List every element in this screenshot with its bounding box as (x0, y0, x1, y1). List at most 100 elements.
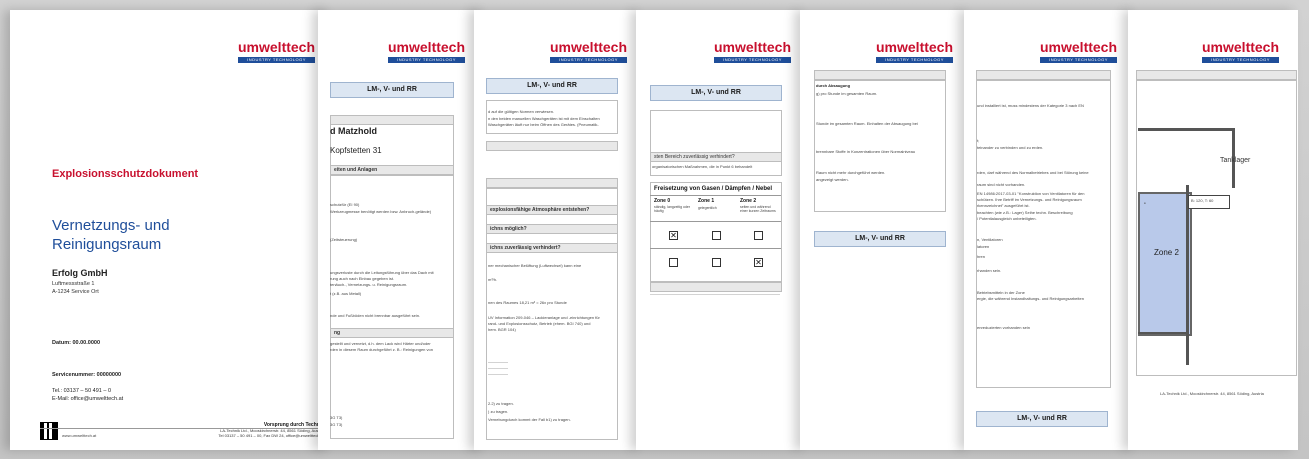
body-line: ner mechanischer Belüftung (Luftwechsel)… (488, 263, 582, 268)
document-page-6: umwelttech INDUSTRY TECHNOLOGY und insta… (964, 10, 1136, 450)
body-heading: durch Absaugung (816, 83, 851, 88)
body-line: hren (977, 254, 986, 259)
document-page-5: umwelttech INDUSTRY TECHNOLOGY durch Abs… (800, 10, 970, 450)
body-line: Werkzeugmesse benötigt werden bzw. Anbru… (330, 209, 432, 214)
zone-0-description: ständig, langzeitig oder häufig (654, 205, 690, 213)
content-box (814, 80, 946, 212)
body-line: brennbare Stoffe in Konzentrationen über… (816, 149, 916, 154)
body-line: Vernebungdurch kommt der Fall b1) zu tra… (488, 417, 571, 422)
zone-1-row-2-checkbox[interactable] (712, 258, 721, 267)
body-line: nen des Raumes 18,21 m³ = 26x pro Stunde (488, 300, 567, 305)
plan-device-marker: ● (1144, 201, 1146, 205)
section-title-bar: LM-, V- und RR (650, 85, 782, 101)
section-header (1136, 70, 1297, 80)
document-page-4: umwelttech INDUSTRY TECHNOLOGY LM-, V- u… (636, 10, 806, 450)
body-line: n, Ventilatoren (977, 237, 1003, 242)
zone-2-description: selten und während einer kurzen Zeitraum… (740, 205, 776, 213)
zone-0-row-1-checkbox[interactable]: ✕ (669, 231, 678, 240)
section-header (976, 70, 1111, 80)
document-title: Explosionsschutzdokument (52, 168, 199, 180)
zone-1-row-1-checkbox[interactable] (712, 231, 721, 240)
section-title-bar: LM-, V- und RR (814, 231, 946, 247)
blank-line (488, 374, 508, 375)
zone-2-row-1-checkbox[interactable] (754, 231, 763, 240)
brand-logo-word: umwelttech (1202, 39, 1280, 55)
company-street: Luftmessstraße 1 (52, 281, 95, 287)
brand-logo-tagline: INDUSTRY TECHNOLOGY (876, 57, 954, 63)
body-line: organisatorischen Maßnahmen, die in Punk… (652, 164, 753, 169)
blank-line (488, 368, 508, 369)
question-row: ichns zuverlässig verhindert? (486, 243, 618, 253)
zone-label: Zone 2 (1154, 248, 1179, 257)
body-line: rden, darf während des Normalbetriebes u… (977, 170, 1089, 175)
body-line: ) zu tragen. (488, 409, 509, 414)
body-line: raum sind nicht vorhanden. (977, 182, 1026, 187)
plan-wall (1138, 128, 1234, 131)
section-title-bar: LM-, V- und RR (486, 78, 618, 94)
body-line: (Zeitsteuerung) (330, 237, 358, 242)
brand-logo-tagline: INDUSTRY TECHNOLOGY (1202, 57, 1280, 63)
body-line: t; (977, 138, 980, 143)
brand-logo: umwelttech INDUSTRY TECHNOLOGY (1202, 39, 1280, 63)
section-header: eiten und Anlagen (330, 165, 454, 175)
brand-logo-tagline: INDUSTRY TECHNOLOGY (550, 57, 628, 63)
body-line: m³/h. (488, 277, 498, 282)
customer-name: d Matzhold (330, 126, 377, 136)
document-page-2: umwelttech INDUSTRY TECHNOLOGY LM-, V- u… (318, 10, 486, 450)
zone-1-description: gelegentlich (698, 206, 717, 210)
brand-logo: umwelttech INDUSTRY TECHNOLOGY (388, 39, 466, 63)
brand-logo-word: umwelttech (388, 39, 466, 55)
zone-1-header: Zone 1 (698, 198, 715, 204)
document-subtitle: Vernetzungs- und Reinigungsraum (52, 217, 170, 253)
plan-wall (1186, 185, 1189, 365)
section-title-bar: LM-, V- und RR (330, 82, 454, 98)
body-line: Stunde im gesamten Raum. Einhalten der A… (816, 121, 918, 126)
body-line: rden in diesem Raum durchgeführt z. B.: … (330, 347, 433, 352)
body-line: hem. BGR 104) (488, 327, 516, 332)
customer-address: Kopfstetten 31 (330, 146, 382, 155)
body-line: rkennzeichnet" ausgeführt ist. (977, 203, 1030, 208)
table-rule (650, 221, 781, 222)
brand-logo-word: umwelttech (714, 39, 792, 55)
zone-table-title: Freisetzung von Gasen / Dämpfen / Nebel (654, 186, 773, 192)
brand-logo-word: umwelttech (1040, 39, 1118, 55)
zone-area (1138, 192, 1192, 336)
body-line: ergie, die während Instandhaltungs- und … (977, 296, 1084, 301)
table-rule (650, 248, 781, 249)
body-line: t (z.B. aus Metall) (330, 291, 362, 296)
body-line: schutzfür (EI 90) (330, 202, 360, 207)
brand-logo: umwelttech INDUSTRY TECHNOLOGY (238, 39, 316, 63)
room-label-tanklager: Tanklager (1220, 157, 1251, 164)
zone-2-row-2-checkbox[interactable]: ✕ (754, 258, 763, 267)
callout-text: B: 120, T: 60 (1191, 198, 1214, 203)
section-header (650, 282, 782, 292)
brand-logo-tagline: INDUSTRY TECHNOLOGY (1040, 57, 1118, 63)
plan-wall (1138, 332, 1188, 334)
service-number: Servicenummer: 00000000 (52, 372, 122, 378)
section-header (486, 141, 618, 151)
table-rule (650, 195, 781, 196)
blank-line (488, 362, 508, 363)
body-line: angezeigt werden. (816, 177, 849, 182)
company-name: Erfolg GmbH (52, 268, 108, 278)
customer-box-header (330, 115, 454, 125)
question-row: explosionsfähige Atmosphäre entstehen? (486, 205, 618, 215)
body-line: d auf die gültigen Normen verwiesen. (488, 109, 555, 114)
section-header: ng (330, 328, 454, 338)
section-title-bar: LM-, V- und RR (976, 411, 1108, 427)
document-page-3: umwelttech INDUSTRY TECHNOLOGY LM-, V- u… (474, 10, 642, 450)
document-date: Datum: 00.00.0000 (52, 340, 100, 346)
footer-line-2: Tel 03137 – 50 491 – 00, Fax DW 24, offi… (218, 433, 324, 438)
section-rule (650, 294, 780, 295)
question-row: ichns möglich? (486, 224, 618, 234)
brand-logo-tagline: INDUSTRY TECHNOLOGY (714, 57, 792, 63)
brand-logo-tagline: INDUSTRY TECHNOLOGY (388, 57, 466, 63)
zone-0-row-2-checkbox[interactable] (669, 258, 678, 267)
document-page-7: umwelttech INDUSTRY TECHNOLOGY Tanklager… (1128, 10, 1298, 450)
brand-logo-word: umwelttech (238, 39, 316, 55)
document-spread: umwelttech INDUSTRY TECHNOLOGY Explosion… (0, 0, 1309, 459)
question-row: sten Bereich zuverlässig verhindert? (650, 152, 782, 162)
section-header (486, 178, 618, 188)
body-line: g) pro Stunde im gesamten Raum. (816, 91, 878, 96)
contact-email: E-Mail: office@umwelttech.at (52, 396, 124, 402)
